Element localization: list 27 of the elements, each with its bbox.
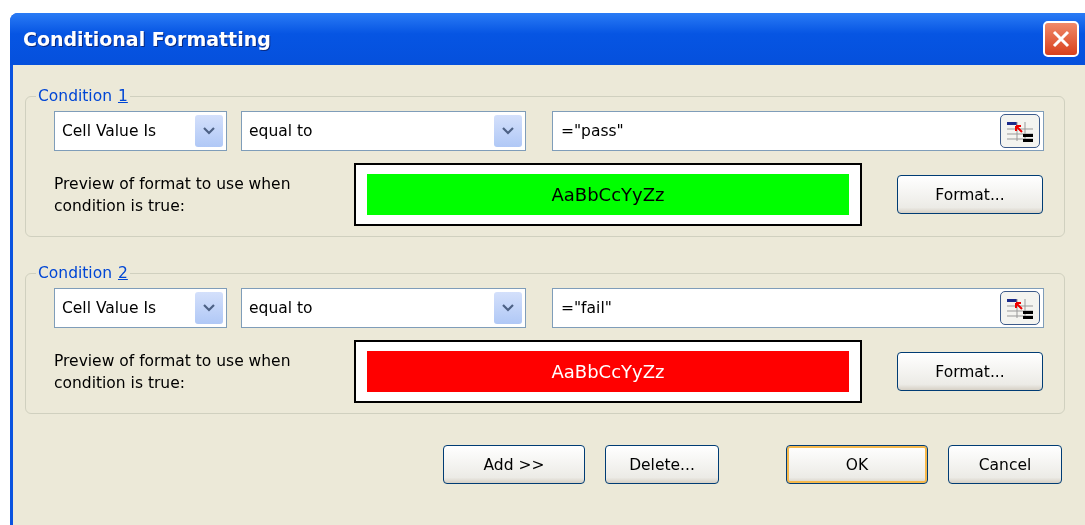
- value-field[interactable]: ="fail": [552, 288, 1044, 328]
- type-dropdown[interactable]: Cell Value Is: [54, 288, 227, 328]
- close-button[interactable]: [1043, 21, 1079, 57]
- window-title: Conditional Formatting: [23, 28, 271, 50]
- preview-sample: AaBbCcYyZz: [367, 351, 849, 392]
- operator-dropdown[interactable]: equal to: [241, 288, 526, 328]
- dialog-button[interactable]: OK: [786, 445, 928, 484]
- operator-dropdown[interactable]: equal to: [241, 111, 526, 151]
- group-number: 1: [117, 87, 128, 105]
- dialog-button[interactable]: Add >>: [443, 445, 585, 484]
- collapse-dialog-button[interactable]: [1000, 291, 1040, 325]
- value-field[interactable]: ="pass": [552, 111, 1044, 151]
- type-dropdown[interactable]: Cell Value Is: [54, 111, 227, 151]
- range-select-icon: [1005, 296, 1035, 320]
- format-button[interactable]: Format...: [897, 175, 1043, 214]
- dialog-button[interactable]: Cancel: [948, 445, 1062, 484]
- group-number: 2: [117, 264, 128, 282]
- format-button[interactable]: Format...: [897, 352, 1043, 391]
- preview-label: Preview of format to use when condition is true:: [54, 173, 292, 217]
- collapse-dialog-button[interactable]: [1000, 114, 1040, 148]
- preview-label: Preview of format to use when condition is true:: [54, 350, 292, 394]
- close-icon: [1051, 29, 1071, 49]
- range-select-icon: [1005, 119, 1035, 143]
- preview-sample: AaBbCcYyZz: [367, 174, 849, 215]
- group-label: Condition: [38, 87, 112, 105]
- group-label: Condition: [38, 264, 112, 282]
- dialog-button[interactable]: Delete...: [605, 445, 719, 484]
